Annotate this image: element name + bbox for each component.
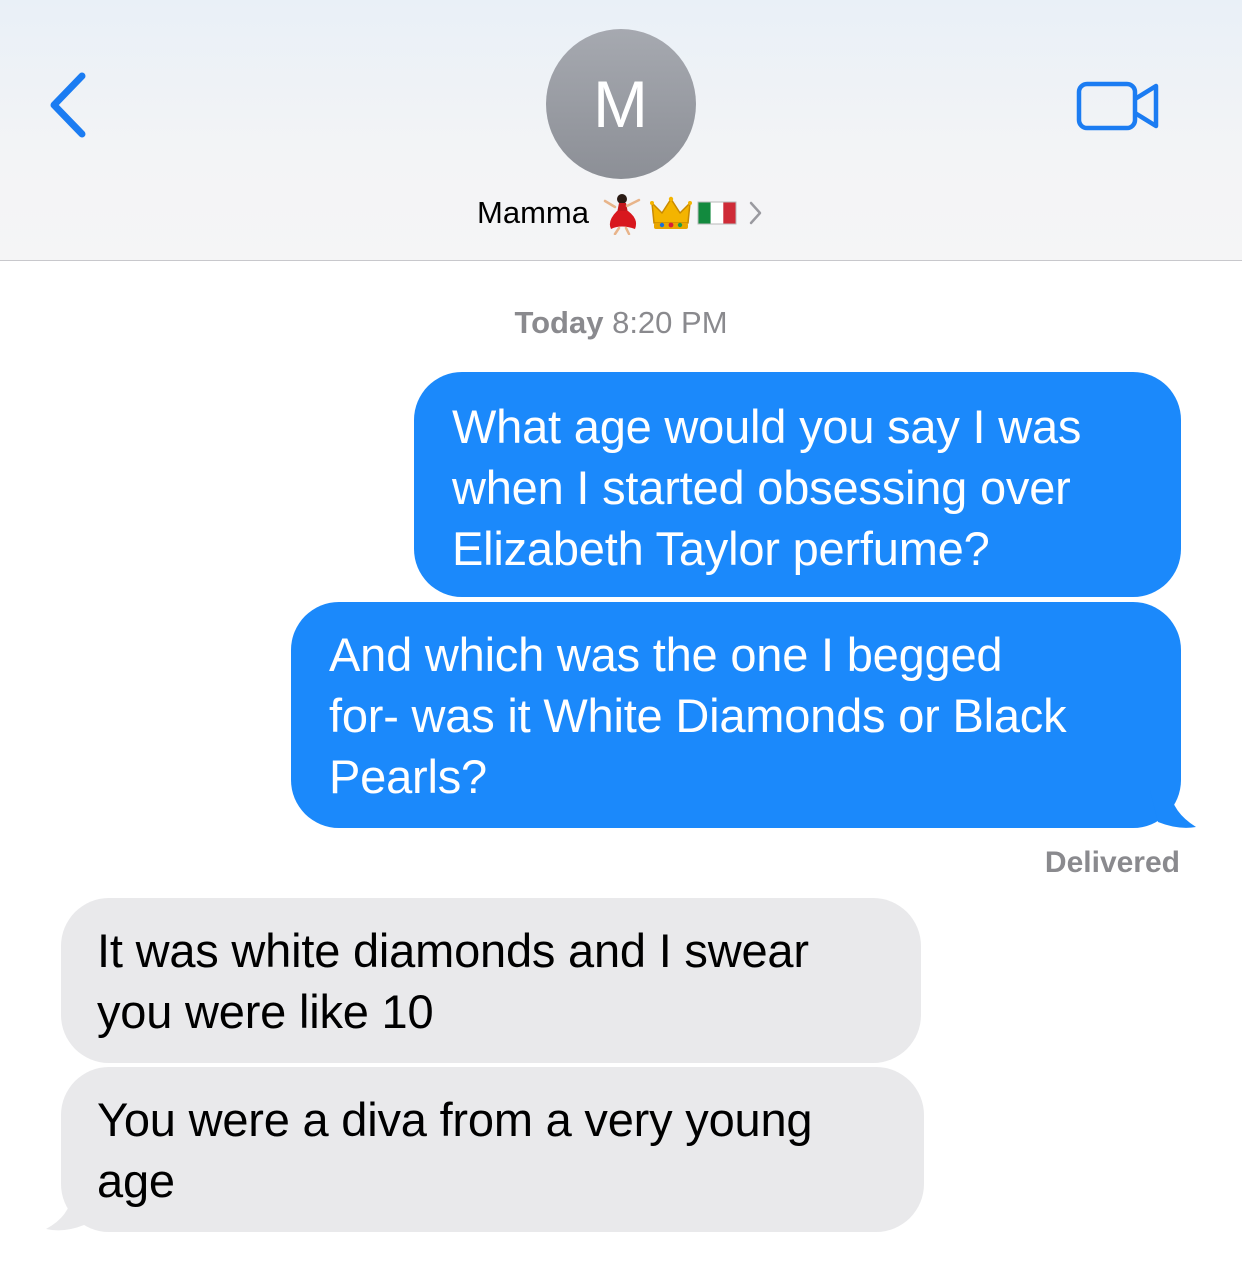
chevron-right-icon	[749, 201, 762, 225]
timestamp-day: Today	[514, 305, 604, 340]
contact-name-button[interactable]: Mamma	[0, 188, 1242, 238]
crown-emoji-icon	[649, 196, 692, 229]
delivery-status: Delivered	[1044, 846, 1180, 879]
sent-bubble-tail	[1150, 790, 1196, 828]
message-text: You were a diva from a very young age	[97, 1093, 813, 1207]
received-bubble-tail	[46, 1194, 92, 1231]
timestamp-time: 8:20 PM	[612, 305, 728, 340]
received-message-bubble[interactable]: It was white diamonds and I swear you we…	[61, 898, 921, 1063]
back-button[interactable]	[38, 60, 108, 150]
chevron-left-icon	[50, 72, 86, 138]
message-text: What age would you say I was when I star…	[452, 400, 1082, 575]
contact-avatar[interactable]: M	[546, 29, 696, 179]
video-camera-icon	[1076, 81, 1159, 131]
italy-flag-emoji-icon	[697, 201, 737, 225]
dancer-emoji-icon	[603, 194, 641, 235]
message-timestamp: Today 8:20 PM	[0, 305, 1242, 341]
conversation-header: M Mamma	[0, 0, 1242, 261]
message-text: And which was the one I begged for- was …	[329, 628, 1067, 803]
contact-name: Mamma	[477, 195, 589, 230]
messages-screen: M Mamma Today 8:20 PM What age would you…	[0, 0, 1242, 1285]
sent-message-bubble[interactable]: What age would you say I was when I star…	[414, 372, 1181, 597]
sent-message-bubble[interactable]: And which was the one I begged for- was …	[291, 602, 1181, 828]
avatar-initial: M	[593, 67, 649, 141]
received-message-bubble[interactable]: You were a diva from a very young age	[61, 1067, 924, 1232]
message-text: It was white diamonds and I swear you we…	[97, 924, 809, 1038]
facetime-video-button[interactable]	[1074, 76, 1164, 136]
